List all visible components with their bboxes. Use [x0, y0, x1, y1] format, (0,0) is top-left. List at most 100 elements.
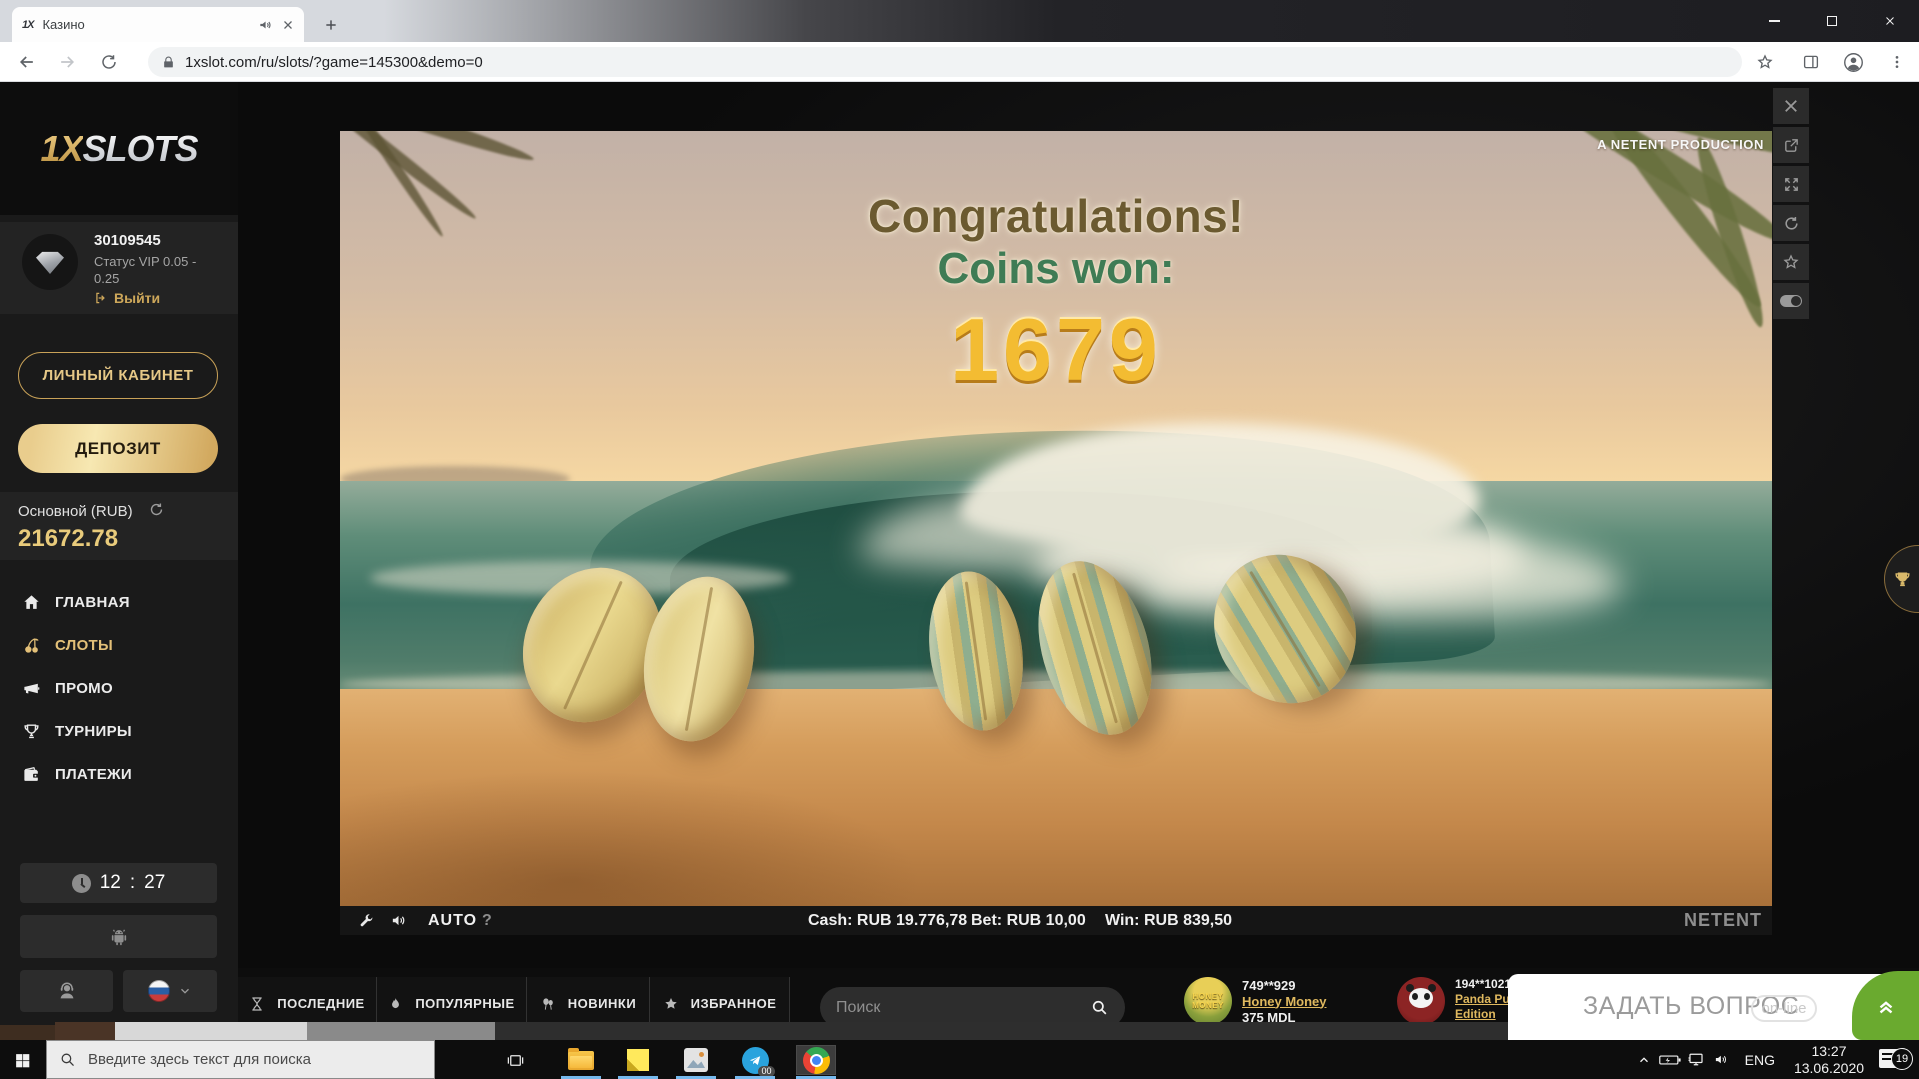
taskbar-photos-app[interactable]: [676, 1045, 716, 1075]
notification-count-badge: 19: [1891, 1048, 1913, 1070]
slot-game-frame: A NETENT PRODUCTION Congratulations! Coi…: [340, 131, 1772, 935]
balloons-icon: [540, 996, 556, 1012]
honey-money-thumbnail[interactable]: HONEY MONEY: [1184, 977, 1232, 1025]
back-button[interactable]: [14, 49, 40, 75]
sidebar-item-promo[interactable]: ПРОМО: [0, 667, 238, 710]
task-view-button[interactable]: [503, 1048, 527, 1072]
forward-button[interactable]: [54, 49, 80, 75]
taskbar-chrome[interactable]: [796, 1045, 836, 1075]
site-logo[interactable]: 1XSLOTS: [0, 82, 238, 215]
support-button[interactable]: [20, 970, 113, 1012]
deposit-button[interactable]: ДЕПОЗИТ: [18, 424, 218, 473]
taskbar-time: 13:27: [1811, 1043, 1846, 1059]
window-minimize-button[interactable]: [1745, 0, 1803, 42]
user-id: 30109545: [94, 232, 161, 249]
game-cash-readout: Cash: RUB 19.776,78: [808, 906, 967, 935]
avatar[interactable]: [22, 234, 78, 290]
reload-game-button[interactable]: [1773, 205, 1809, 241]
game-sound-icon[interactable]: [390, 906, 407, 935]
network-icon[interactable]: [1683, 1052, 1709, 1067]
tab-audio-icon[interactable]: [258, 18, 272, 32]
chat-widget[interactable]: ЗАДАТЬ ВОПРОС on-line: [1508, 974, 1919, 1040]
taskbar-date: 13.06.2020: [1794, 1060, 1864, 1076]
megaphone-icon: [22, 679, 42, 698]
favorite-star-button[interactable]: [1773, 244, 1809, 280]
keyboard-language[interactable]: ENG: [1745, 1052, 1775, 1068]
sticky-notes-icon: [627, 1049, 649, 1071]
sidebar-item-payments[interactable]: ПЛАТЕЖИ: [0, 753, 238, 796]
hidden-icons-chevron[interactable]: [1631, 1053, 1657, 1067]
battery-icon[interactable]: [1657, 1053, 1683, 1067]
taskbar-search[interactable]: [46, 1040, 435, 1079]
clock-hours: 12: [100, 872, 121, 894]
new-tab-button[interactable]: [318, 12, 344, 38]
promo-game-link[interactable]: Honey Money: [1242, 994, 1327, 1009]
home-icon: [22, 593, 42, 612]
sidebar-item-slots[interactable]: СЛОТЫ: [0, 624, 238, 667]
sidebar-nav: ГЛАВНАЯ СЛОТЫ ПРОМО ТУРНИРЫ: [0, 581, 238, 796]
trophy-icon: [22, 722, 42, 741]
window-close-button[interactable]: [1861, 0, 1919, 42]
side-panel-button[interactable]: [1798, 49, 1824, 75]
demo-toggle-button[interactable]: [1773, 283, 1809, 319]
close-game-button[interactable]: [1773, 88, 1809, 124]
profile-avatar-button[interactable]: [1840, 49, 1866, 75]
file-explorer-icon: [568, 1051, 594, 1070]
clock-icon: [72, 874, 91, 893]
logout-icon: [94, 291, 108, 305]
browser-menu-button[interactable]: [1884, 49, 1910, 75]
game-help-button[interactable]: ?: [482, 906, 492, 935]
chat-open-button[interactable]: [1852, 971, 1919, 1040]
online-status-badge: on-line: [1751, 995, 1817, 1022]
action-center-button[interactable]: 19: [1873, 1040, 1919, 1079]
desktop: 1X Казино: [0, 0, 1919, 1079]
share-button[interactable]: [1773, 127, 1809, 163]
coins-won-value: 1679: [340, 299, 1772, 401]
logout-link[interactable]: Выйти: [94, 290, 160, 306]
android-app-button[interactable]: [20, 915, 217, 958]
panda-thumbnail[interactable]: [1397, 977, 1445, 1025]
taskbar-telegram[interactable]: 00: [735, 1045, 775, 1075]
clock-minutes: 27: [144, 872, 165, 894]
bottom-games-bar: ПОСЛЕДНИЕ ПОПУЛЯРНЫЕ НОВИНКИ ИЗБРАННОЕ: [238, 968, 1919, 1040]
refresh-button[interactable]: [96, 49, 122, 75]
browser-tab-casino[interactable]: 1X Казино: [12, 7, 304, 42]
telegram-icon: 00: [742, 1047, 769, 1074]
balance-refresh-icon[interactable]: [148, 501, 165, 518]
lock-icon[interactable]: [162, 55, 175, 70]
minimize-icon: [1769, 20, 1780, 22]
account-button[interactable]: ЛИЧНЫЙ КАБИНЕТ: [18, 352, 218, 399]
toggle-icon: [1780, 295, 1802, 307]
taskbar-file-explorer[interactable]: [561, 1045, 601, 1075]
game-settings-wrench-icon[interactable]: [358, 906, 374, 935]
fullscreen-button[interactable]: [1773, 166, 1809, 202]
sidebar-item-home[interactable]: ГЛАВНАЯ: [0, 581, 238, 624]
language-selector[interactable]: [123, 970, 217, 1012]
sidebar-item-tournaments[interactable]: ТУРНИРЫ: [0, 710, 238, 753]
system-tray: ENG 13:27 13.06.2020 19: [1631, 1040, 1919, 1079]
tab-close-icon[interactable]: [282, 19, 294, 31]
congratulations-text: Congratulations!: [340, 189, 1772, 243]
promo-winner-code: 749**929: [1242, 978, 1327, 993]
game-auto-button[interactable]: AUTO: [428, 906, 477, 935]
balance-value: 21672.78: [18, 525, 118, 553]
game-scene: A NETENT PRODUCTION Congratulations! Coi…: [340, 131, 1772, 906]
url-text[interactable]: 1xslot.com/ru/slots/?game=145300&demo=0: [185, 54, 483, 71]
game-search-input[interactable]: [836, 999, 1090, 1017]
taskbar-sticky-notes[interactable]: [618, 1045, 658, 1075]
game-side-toolbar: [1773, 88, 1809, 319]
search-icon[interactable]: [1090, 998, 1109, 1017]
taskbar-clock[interactable]: 13:27 13.06.2020: [1785, 1043, 1873, 1077]
hourglass-icon: [249, 996, 265, 1012]
windows-taskbar: 00 ENG 13:27 13.06.2020: [0, 1040, 1919, 1079]
window-maximize-button[interactable]: [1803, 0, 1861, 42]
maximize-icon: [1827, 16, 1837, 26]
taskbar-search-input[interactable]: [88, 1051, 422, 1068]
chevron-down-icon: [178, 984, 192, 998]
flame-icon: [388, 996, 403, 1012]
volume-icon[interactable]: [1709, 1052, 1735, 1067]
address-bar[interactable]: 1xslot.com/ru/slots/?game=145300&demo=0: [148, 47, 1742, 77]
bookmark-star-button[interactable]: [1752, 49, 1778, 75]
start-button[interactable]: [10, 1048, 34, 1072]
promo-honey-money[interactable]: HONEY MONEY 749**929 Honey Money 375 MDL: [1184, 977, 1327, 1025]
